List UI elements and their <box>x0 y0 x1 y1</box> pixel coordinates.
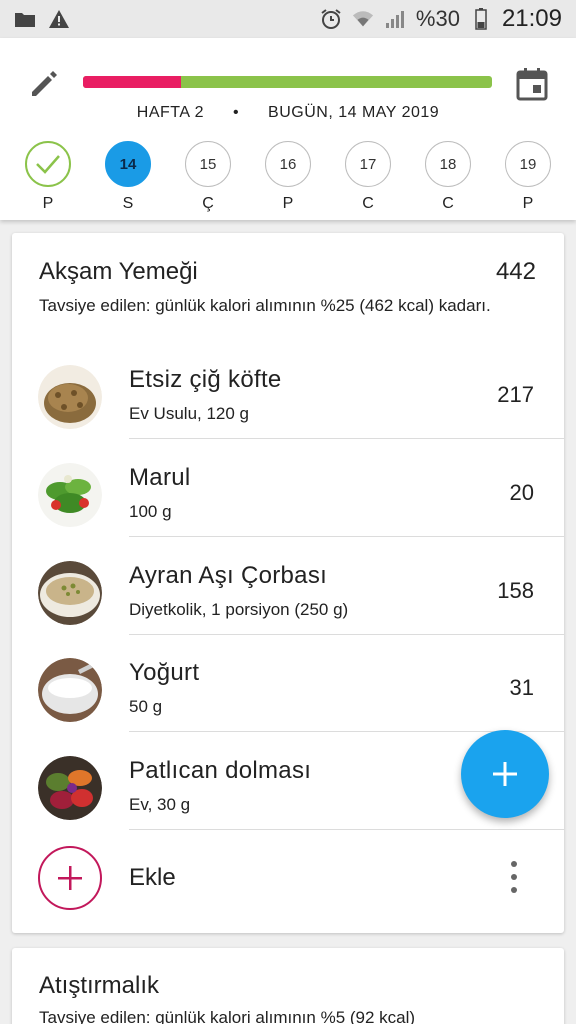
food-detail: Ev, 30 g <box>129 795 191 814</box>
food-detail: 50 g <box>129 697 163 716</box>
food-item[interactable]: Ayran Aşı Çorbası Diyetkolik, 1 porsiyon… <box>12 536 564 635</box>
food-detail: Ev Usulu, 120 g <box>129 404 250 423</box>
day-label: P <box>282 195 294 212</box>
diary-header: HAFTA 2 • BUGÜN, 14 MAY 2019 P 14 S 15 Ç… <box>0 38 576 220</box>
folder-icon <box>14 8 36 30</box>
battery-icon <box>470 8 492 30</box>
more-options-button[interactable] <box>504 861 524 893</box>
day-item-6[interactable]: 19 P <box>505 141 551 213</box>
day-label: S <box>122 195 134 212</box>
day-item-4[interactable]: 17 C <box>345 141 391 213</box>
plus-icon <box>58 866 82 890</box>
day-circle: 15 <box>185 141 231 187</box>
check-icon <box>36 155 60 174</box>
snack-card: Atıştırmalık Tavsiye edilen: günlük kalo… <box>12 948 564 1024</box>
day-label: Ç <box>202 195 214 212</box>
snack-recommendation: Tavsiye edilen: günlük kalori alımının %… <box>39 1008 416 1024</box>
alarm-icon <box>320 8 342 30</box>
separator: • <box>232 104 240 121</box>
food-calories: 20 <box>509 480 534 505</box>
food-name: Ayran Aşı Çorbası <box>129 562 328 589</box>
food-item[interactable]: Etsiz çiğ köfte Ev Usulu, 120 g 217 <box>12 340 564 439</box>
status-bar: %30 21:09 <box>0 0 576 38</box>
day-item-3[interactable]: 16 P <box>265 141 311 213</box>
day-circle <box>25 141 71 187</box>
food-calories: 217 <box>497 382 534 407</box>
food-image <box>38 658 102 722</box>
food-image <box>38 756 102 820</box>
meal-recommendation: Tavsiye edilen: günlük kalori alımının %… <box>39 296 491 315</box>
food-name: Marul <box>129 464 191 491</box>
food-image <box>38 463 102 527</box>
day-item-2[interactable]: 15 Ç <box>185 141 231 213</box>
clock: 21:09 <box>501 5 562 32</box>
pencil-icon <box>32 71 57 96</box>
plus-icon <box>493 762 517 786</box>
food-item[interactable]: Yoğurt 50 g 31 <box>12 633 564 732</box>
food-calories: 31 <box>509 675 534 700</box>
warning-icon <box>48 8 70 30</box>
more-vert-icon <box>511 861 517 867</box>
day-item-1[interactable]: 14 S <box>105 141 151 213</box>
week-date-row: HAFTA 2 • BUGÜN, 14 MAY 2019 <box>0 104 576 122</box>
snack-title: Atıştırmalık <box>39 972 160 999</box>
day-item-0[interactable]: P <box>25 141 71 213</box>
day-circle: 19 <box>505 141 551 187</box>
edit-button[interactable] <box>24 64 64 104</box>
divider <box>129 829 564 830</box>
day-label: P <box>522 195 534 212</box>
add-fab-button[interactable] <box>461 730 549 818</box>
day-circle: 14 <box>105 141 151 187</box>
day-item-5[interactable]: 18 C <box>425 141 471 213</box>
calorie-progress-bar <box>83 76 492 88</box>
food-name: Yoğurt <box>129 659 200 686</box>
meal-total-calories: 442 <box>495 258 536 285</box>
today-label: BUGÜN, 14 MAY 2019 <box>268 104 440 121</box>
more-vert-icon <box>511 887 517 893</box>
food-detail: 100 g <box>129 502 172 521</box>
calorie-progress-fill <box>83 76 182 88</box>
food-image <box>38 365 102 429</box>
signal-icon <box>384 8 406 30</box>
food-item[interactable]: Marul 100 g 20 <box>12 438 564 537</box>
day-selector: P 14 S 15 Ç 16 P 17 C 18 C 19 P <box>0 141 576 213</box>
food-detail: Diyetkolik, 1 porsiyon (250 g) <box>129 600 349 619</box>
meal-card: Akşam Yemeği 442 Tavsiye edilen: günlük … <box>12 233 564 933</box>
week-label: HAFTA 2 <box>136 104 205 121</box>
more-vert-icon <box>511 874 517 880</box>
day-circle: 18 <box>425 141 471 187</box>
battery-percent: %30 <box>415 6 460 31</box>
day-label: C <box>362 195 374 212</box>
day-circle: 17 <box>345 141 391 187</box>
food-calories: 158 <box>497 578 534 603</box>
add-food-label: Ekle <box>129 864 176 891</box>
add-food-row[interactable]: Ekle <box>12 831 564 931</box>
wifi-icon <box>352 8 374 30</box>
food-name: Etsiz çiğ köfte <box>129 366 282 393</box>
day-label: C <box>442 195 454 212</box>
day-label: P <box>42 195 54 212</box>
day-circle: 16 <box>265 141 311 187</box>
meal-title: Akşam Yemeği <box>39 258 198 285</box>
calendar-button[interactable] <box>510 62 554 106</box>
food-image <box>38 561 102 625</box>
calendar-icon <box>516 68 548 101</box>
food-name: Patlıcan dolması <box>129 757 312 784</box>
add-food-button[interactable] <box>38 846 102 910</box>
